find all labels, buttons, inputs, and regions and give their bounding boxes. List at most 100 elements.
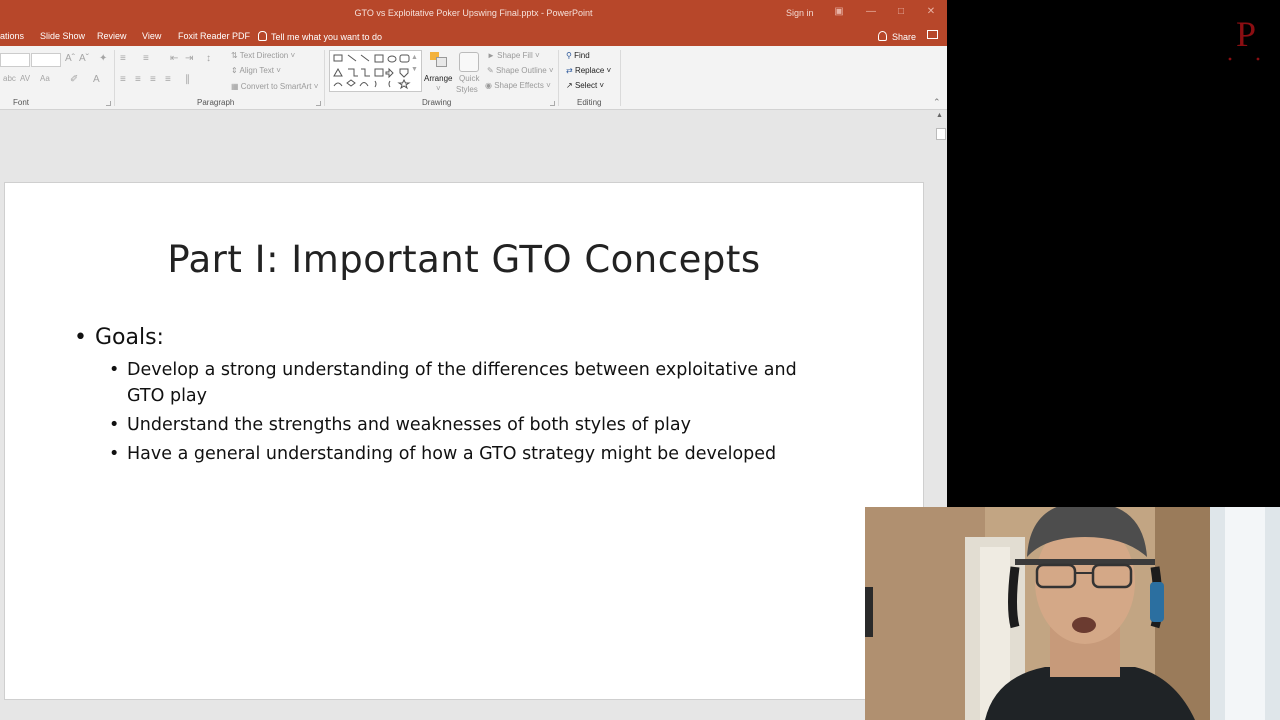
strikethrough-icon[interactable]: abc (3, 74, 16, 83)
ribbon-display-options-icon[interactable]: ▣ (832, 5, 846, 19)
bullet-dot: • (109, 444, 120, 464)
title-bar: GTO vs Exploitative Poker Upswing Final.… (0, 0, 947, 26)
goals-text: Goals: (94, 325, 164, 350)
highlight-icon[interactable]: ✐ (70, 74, 78, 85)
divider (114, 50, 115, 106)
bullet-dot: • (109, 360, 120, 380)
sub-bullet[interactable]: • Have a general understanding of how a G… (109, 441, 829, 467)
font-size-box[interactable] (31, 53, 61, 67)
change-case-icon[interactable]: Aa (40, 74, 50, 83)
bullet-dot: • (74, 325, 87, 350)
tell-me-label: Tell me what you want to do (271, 32, 383, 42)
tab-animations[interactable]: ations (0, 31, 24, 41)
tab-review[interactable]: Review (97, 31, 127, 41)
find-icon: ⚲ (566, 51, 572, 60)
minimize-icon[interactable]: — (864, 5, 878, 19)
sub-bullet-text: Understand the strengths and weaknesses … (127, 415, 691, 435)
shape-outline-button[interactable]: ✎ Shape Outline ˅ (487, 66, 554, 75)
convert-to-smartart-button[interactable]: ▦ Convert to SmartArt ˅ (231, 82, 318, 91)
quick-styles-label-1[interactable]: Quick (459, 74, 479, 83)
upswing-logo-mark: P (1228, 14, 1260, 61)
arrange-button[interactable]: Arrange (424, 74, 452, 83)
shape-fill-button[interactable]: ► Shape Fill ˅ (487, 51, 540, 60)
line-spacing-icon[interactable]: ↕ (206, 53, 211, 64)
sub-bullet[interactable]: • Develop a strong understanding of the d… (109, 357, 829, 409)
share-button[interactable]: Share (878, 31, 916, 42)
select-label: Select (574, 81, 598, 90)
align-text-button[interactable]: ⇕ Align Text ˅ (231, 66, 281, 75)
shapes-scroll-down-icon[interactable]: ▼ (411, 66, 418, 73)
presenter-video (865, 507, 1280, 720)
paragraph-dialog-launcher-icon[interactable] (316, 101, 321, 106)
align-right-icon[interactable]: ≡ (150, 74, 156, 85)
select-dropdown-icon: ˅ (599, 81, 605, 90)
shape-effects-button[interactable]: ◉ Shape Effects ˅ (485, 81, 551, 90)
webcam-overlay (865, 507, 1280, 720)
font-name-box[interactable] (0, 53, 30, 67)
columns-icon[interactable]: ∥ (185, 74, 190, 85)
sign-in-link[interactable]: Sign in (786, 8, 814, 18)
text-direction-label: Text Direction (239, 51, 289, 60)
increase-indent-icon[interactable]: ⇥ (185, 53, 193, 64)
decrease-font-icon[interactable]: Aˇ (79, 53, 89, 64)
comment-icon[interactable] (927, 30, 938, 39)
sub-bullet-text: Develop a strong understanding of the di… (127, 360, 797, 406)
font-group-label: Font (13, 98, 30, 107)
replace-dropdown-icon: ˅ (606, 66, 612, 75)
shapes-gallery-icons (333, 54, 411, 90)
sub-bullet[interactable]: • Understand the strengths and weaknesses… (109, 412, 829, 438)
tell-me-search[interactable]: Tell me what you want to do (258, 31, 382, 42)
find-button[interactable]: ⚲ Find (566, 51, 590, 60)
convert-smartart-label: Convert to SmartArt (240, 82, 312, 91)
arrange-dropdown-icon[interactable]: ˅ (436, 84, 441, 93)
shape-effects-label: Shape Effects (494, 81, 544, 90)
ribbon: Aˆ Aˇ ✦ abc AV Aa ✐ A Font ≡ ≡ ⇤ ⇥ ↕ ≡ ≡… (0, 46, 947, 110)
replace-button[interactable]: ⇄ Replace ˅ (566, 66, 611, 75)
maximize-icon[interactable]: □ (894, 5, 908, 19)
align-center-icon[interactable]: ≡ (135, 74, 141, 85)
editing-group-label: Editing (577, 98, 602, 107)
logo-letter: P (1236, 14, 1256, 54)
bullet-dot: • (109, 415, 120, 435)
lightbulb-icon (258, 31, 267, 41)
font-dialog-launcher-icon[interactable] (106, 101, 111, 106)
drawing-group-label: Drawing (422, 98, 452, 107)
quick-styles-label-2[interactable]: Styles (456, 85, 478, 94)
shapes-scroll-up-icon[interactable]: ▲ (411, 54, 418, 61)
tab-slide-show[interactable]: Slide Show (40, 31, 85, 41)
find-label: Find (574, 51, 590, 60)
bullets-icon[interactable]: ≡ (120, 53, 126, 64)
scrollbar-thumb[interactable] (936, 128, 946, 140)
align-text-label: Align Text (239, 66, 275, 75)
select-button[interactable]: ↗ Select ˅ (566, 81, 604, 90)
font-color-icon[interactable]: A (93, 74, 100, 85)
divider (324, 50, 325, 106)
clear-formatting-icon[interactable]: ✦ (99, 53, 107, 64)
character-spacing-icon[interactable]: AV (20, 74, 30, 83)
close-icon[interactable]: ✕ (924, 5, 938, 19)
quick-styles-icon (459, 52, 479, 72)
upswing-logo: P (1226, 12, 1266, 64)
person-icon (878, 31, 887, 41)
collapse-ribbon-icon[interactable]: ⌃ (933, 97, 941, 108)
drawing-dialog-launcher-icon[interactable] (550, 101, 555, 106)
slide-canvas[interactable]: Part I: Important GTO Concepts • Goals: •… (4, 182, 924, 700)
goals-bullet[interactable]: • Goals: (74, 325, 164, 350)
divider (620, 50, 621, 106)
shapes-gallery[interactable] (329, 50, 422, 92)
replace-label: Replace (574, 66, 605, 75)
increase-font-icon[interactable]: Aˆ (65, 53, 75, 64)
numbering-icon[interactable]: ≡ (143, 53, 149, 64)
tab-view[interactable]: View (142, 31, 161, 41)
decrease-indent-icon[interactable]: ⇤ (170, 53, 178, 64)
scroll-up-icon[interactable]: ▲ (936, 112, 943, 119)
align-left-icon[interactable]: ≡ (120, 74, 126, 85)
powerpoint-window: GTO vs Exploitative Poker Upswing Final.… (0, 0, 947, 720)
share-label: Share (892, 32, 917, 42)
text-direction-button[interactable]: ⇅ Text Direction ˅ (231, 51, 295, 60)
slide-title[interactable]: Part I: Important GTO Concepts (5, 238, 923, 281)
ribbon-tabs: ations Slide Show Review View Foxit Read… (0, 26, 947, 46)
justify-icon[interactable]: ≡ (165, 74, 171, 85)
arrange-icon (430, 52, 447, 67)
tab-foxit-reader-pdf[interactable]: Foxit Reader PDF (178, 31, 250, 41)
